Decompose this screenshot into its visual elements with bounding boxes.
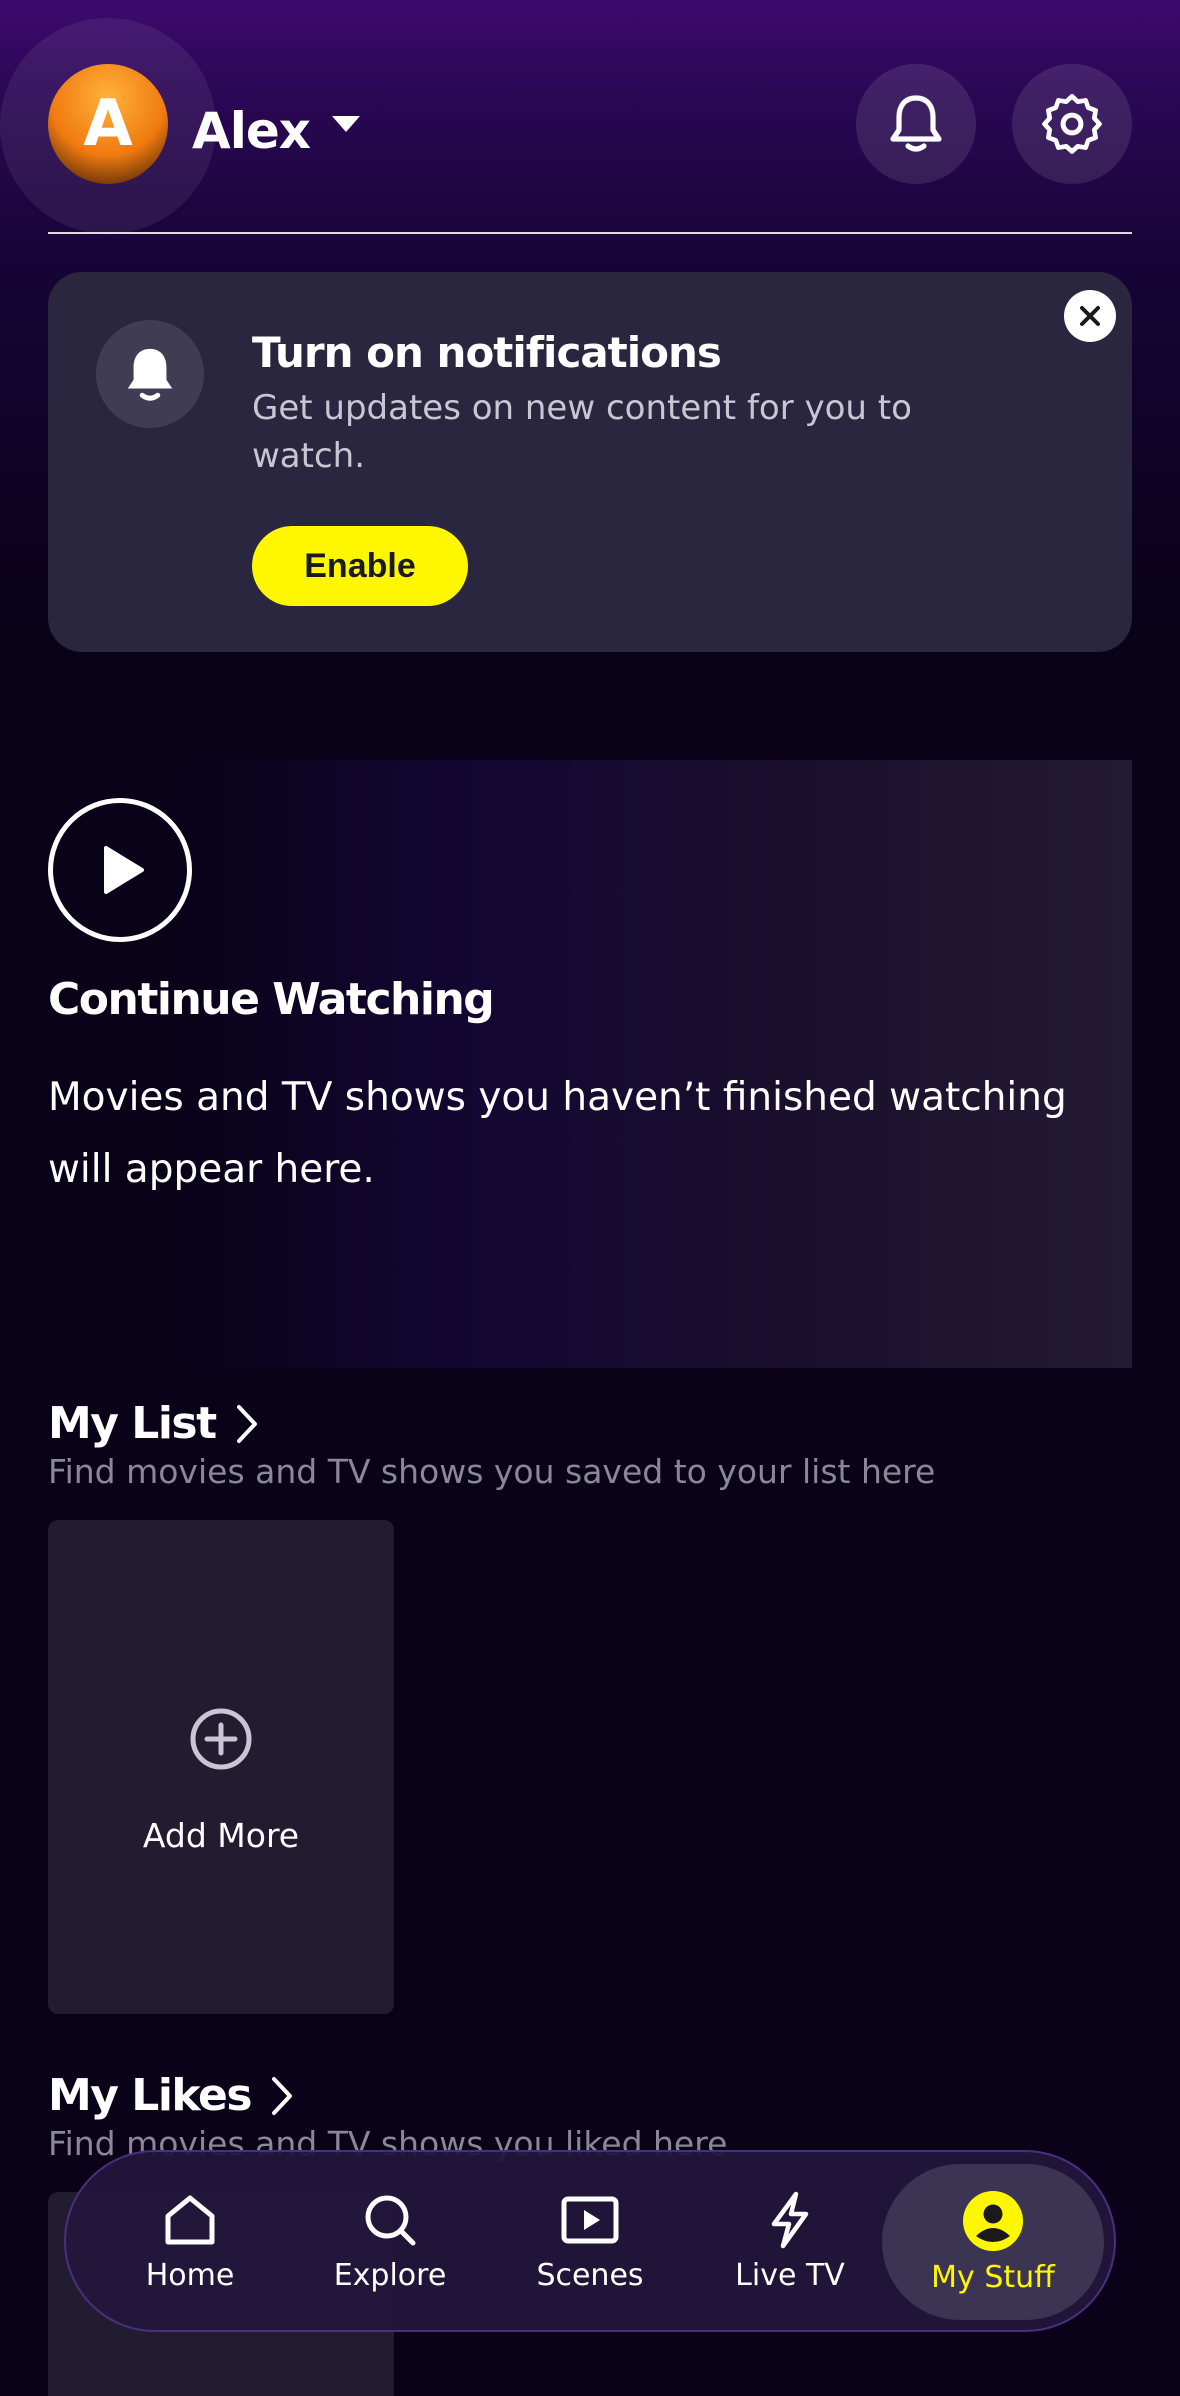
add-more-label: Add More bbox=[142, 1816, 300, 1855]
my-list-header[interactable]: My List bbox=[48, 1398, 260, 1449]
avatar[interactable]: A bbox=[48, 64, 168, 184]
my-list-title: My List bbox=[48, 1398, 217, 1449]
play-square-icon bbox=[561, 2196, 619, 2243]
chevron-down-icon[interactable] bbox=[332, 116, 360, 132]
add-more-tile[interactable]: Add More bbox=[48, 1520, 394, 2014]
nav-live-tv-label: Live TV bbox=[735, 2257, 845, 2293]
nav-home-label: Home bbox=[145, 2257, 235, 2293]
close-icon bbox=[1080, 306, 1100, 326]
profile-icon bbox=[963, 2190, 1023, 2251]
plus-circle-icon bbox=[190, 1708, 252, 1770]
search-icon bbox=[365, 2195, 416, 2245]
enable-notifications-button[interactable]: Enable bbox=[252, 526, 468, 606]
nav-explore[interactable]: Explore bbox=[290, 2152, 490, 2330]
chevron-right-icon bbox=[236, 1404, 257, 1443]
gear-icon bbox=[1042, 93, 1102, 154]
nav-live-tv[interactable]: Live TV bbox=[690, 2152, 890, 2330]
notification-card-title: Turn on notifications bbox=[252, 328, 722, 377]
nav-home[interactable]: Home bbox=[90, 2152, 290, 2330]
play-icon bbox=[104, 846, 144, 894]
notifications-button[interactable] bbox=[856, 64, 976, 184]
close-card-button[interactable] bbox=[1064, 290, 1116, 342]
notifications-prompt-card: Turn on notifications Get updates on new… bbox=[48, 272, 1132, 652]
bell-icon bbox=[127, 348, 173, 401]
avatar-letter: A bbox=[83, 87, 133, 161]
nav-scenes[interactable]: Scenes bbox=[490, 2152, 690, 2330]
my-likes-title: My Likes bbox=[48, 2070, 253, 2121]
lightning-icon bbox=[771, 2191, 809, 2248]
continue-watching-title: Continue Watching bbox=[48, 974, 495, 1025]
notification-bell-badge bbox=[96, 320, 204, 428]
play-button[interactable] bbox=[48, 798, 192, 942]
chevron-right-icon bbox=[272, 2076, 293, 2115]
nav-explore-label: Explore bbox=[333, 2257, 447, 2293]
my-likes-header[interactable]: My Likes bbox=[48, 2070, 295, 2121]
settings-button[interactable] bbox=[1012, 64, 1132, 184]
bottom-navigation: Home Explore Scenes Live TV My Stuff bbox=[64, 2150, 1116, 2332]
notification-card-body: Get updates on new content for you to wa… bbox=[252, 388, 912, 476]
my-list-subtitle: Find movies and TV shows you saved to yo… bbox=[48, 1452, 936, 1491]
nav-my-stuff-label: My Stuff bbox=[931, 2259, 1055, 2295]
nav-scenes-label: Scenes bbox=[536, 2257, 644, 2293]
home-icon bbox=[165, 2195, 215, 2244]
continue-watching-body: Movies and TV shows you haven’t finished… bbox=[48, 1075, 1067, 1192]
header-divider bbox=[48, 232, 1132, 234]
bell-icon bbox=[890, 95, 942, 152]
profile-name[interactable]: Alex bbox=[192, 102, 311, 160]
nav-my-stuff[interactable]: My Stuff bbox=[882, 2164, 1104, 2320]
